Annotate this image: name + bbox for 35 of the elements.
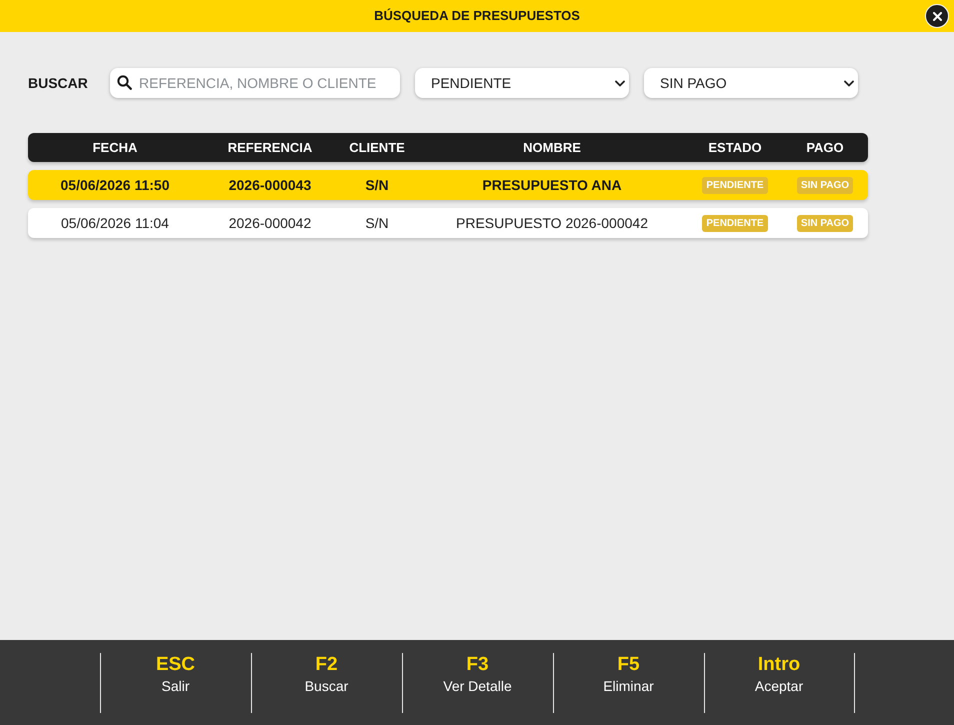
column-header: CLIENTE: [348, 138, 406, 157]
status-badge: PENDIENTE: [702, 214, 768, 232]
close-icon: [932, 12, 942, 20]
column-header: REFERENCIA: [226, 138, 314, 157]
payment-badge: SIN PAGO: [796, 214, 854, 232]
table-cell-text: S/N: [364, 176, 390, 194]
payment-badge: SIN PAGO: [796, 176, 854, 194]
table-cell-text: 2026-000043: [228, 176, 312, 194]
table-cell-text: PRESUPUESTO 2026-000042: [455, 214, 649, 232]
column-header: ESTADO: [707, 138, 763, 157]
search-icon: [117, 75, 132, 90]
column-header: FECHA: [92, 138, 138, 157]
chevron-down-icon: [844, 80, 854, 86]
column-header: PAGO: [805, 138, 845, 157]
search-label: BUSCAR: [28, 74, 89, 92]
shortcut-button[interactable]: Intro Aceptar: [704, 652, 854, 712]
shortcut-button[interactable]: ESC Salir: [100, 652, 250, 712]
column-header: NOMBRE: [522, 138, 582, 157]
shortcut-button[interactable]: F2 Buscar: [250, 652, 402, 712]
status-dropdown[interactable]: PENDIENTE: [415, 68, 629, 98]
payment-dropdown[interactable]: SIN PAGO: [644, 68, 858, 98]
table-cell-text: 05/06/2026 11:50: [60, 176, 170, 194]
search-field[interactable]: REFERENCIA, NOMBRE O CLIENTE: [110, 68, 400, 98]
close-button[interactable]: [925, 4, 949, 28]
table-cell-text: 2026-000042: [228, 214, 312, 232]
table-cell-text: S/N: [364, 214, 390, 232]
status-badge: PENDIENTE: [702, 176, 768, 194]
table-row[interactable]: 05/06/2026 11:50 2026-000043 S/N PRESUPUESTO ANA PENDIENTE SIN PAGO: [28, 170, 868, 200]
shortcut-button[interactable]: F5 Eliminar: [552, 652, 704, 712]
table-row[interactable]: 05/06/2026 11:04 2026-000042 S/N PRESUPUESTO 2026-000042 PENDIENTE SIN PAGO: [28, 208, 868, 238]
table-cell-text: 05/06/2026 11:04: [60, 214, 170, 232]
window-title: BÚSQUEDA DE PRESUPUESTOS: [374, 7, 580, 26]
shortcut-button[interactable]: F3 Ver Detalle: [402, 652, 552, 712]
chevron-down-icon: [615, 80, 625, 86]
table-cell-text: PRESUPUESTO ANA: [481, 176, 623, 194]
